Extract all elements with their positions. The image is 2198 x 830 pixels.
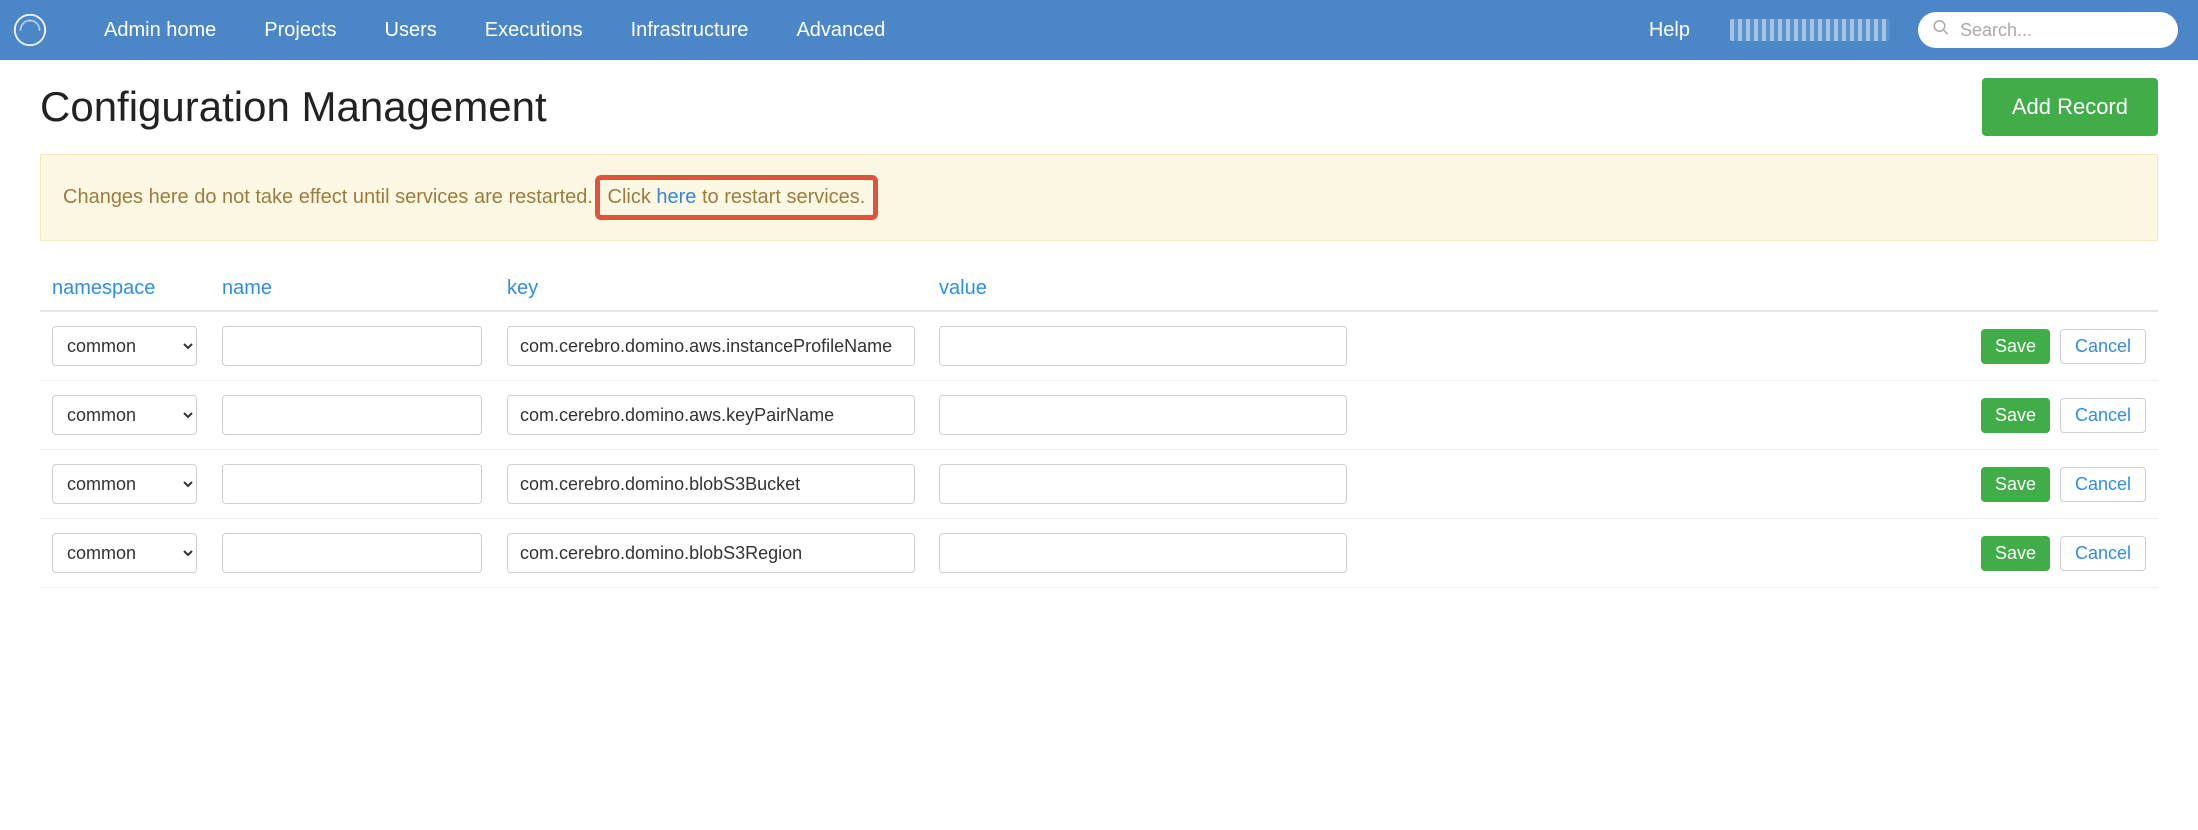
search-input[interactable]: [1918, 12, 2178, 48]
nav-admin-home[interactable]: Admin home: [80, 19, 240, 42]
table-row: common Save Cancel: [40, 450, 2158, 519]
add-record-button[interactable]: Add Record: [1982, 78, 2158, 136]
table-row: common Save Cancel: [40, 381, 2158, 450]
cancel-button[interactable]: Cancel: [2060, 398, 2146, 433]
th-name[interactable]: name: [222, 277, 507, 300]
page-header: Configuration Management Add Record: [40, 78, 2158, 136]
nav-users[interactable]: Users: [361, 19, 461, 42]
th-namespace[interactable]: namespace: [52, 277, 222, 300]
top-nav-bar: Admin home Projects Users Executions Inf…: [0, 0, 2198, 60]
value-input[interactable]: [939, 395, 1347, 435]
nav-projects[interactable]: Projects: [240, 19, 360, 42]
alert-text-prefix: Changes here do not take effect until se…: [63, 186, 593, 208]
search-icon: [1932, 19, 1950, 42]
cancel-button[interactable]: Cancel: [2060, 329, 2146, 364]
page-title: Configuration Management: [40, 83, 547, 131]
namespace-select[interactable]: common: [52, 395, 197, 435]
name-input[interactable]: [222, 326, 482, 366]
name-input[interactable]: [222, 533, 482, 573]
key-input[interactable]: [507, 326, 915, 366]
value-input[interactable]: [939, 533, 1347, 573]
namespace-select[interactable]: common: [52, 533, 197, 573]
cancel-button[interactable]: Cancel: [2060, 467, 2146, 502]
swirl-icon: [11, 11, 49, 49]
nav-executions[interactable]: Executions: [461, 19, 607, 42]
user-menu-redacted[interactable]: [1730, 19, 1890, 41]
alert-box-post: to restart services.: [696, 186, 865, 208]
name-input[interactable]: [222, 395, 482, 435]
alert-box-pre: Click: [608, 186, 657, 208]
brand-logo[interactable]: [0, 0, 60, 60]
name-input[interactable]: [222, 464, 482, 504]
key-input[interactable]: [507, 395, 915, 435]
save-button[interactable]: Save: [1981, 467, 2050, 502]
namespace-select[interactable]: common: [52, 326, 197, 366]
search-wrap: [1918, 12, 2178, 48]
table-row: common Save Cancel: [40, 519, 2158, 588]
table-row: common Save Cancel: [40, 312, 2158, 381]
key-input[interactable]: [507, 533, 915, 573]
value-input[interactable]: [939, 464, 1347, 504]
table-header-row: namespace name key value: [40, 269, 2158, 312]
th-value[interactable]: value: [939, 277, 1371, 300]
save-button[interactable]: Save: [1981, 329, 2050, 364]
restart-highlight-box: Click here to restart services.: [595, 175, 879, 220]
restart-alert: Changes here do not take effect until se…: [40, 154, 2158, 241]
config-table: namespace name key value common Save Cance…: [40, 269, 2158, 588]
table-body: common Save Cancel common Save Cancel common Sa…: [40, 312, 2158, 588]
restart-services-link[interactable]: here: [656, 186, 696, 208]
key-input[interactable]: [507, 464, 915, 504]
value-input[interactable]: [939, 326, 1347, 366]
nav-advanced[interactable]: Advanced: [772, 19, 909, 42]
save-button[interactable]: Save: [1981, 398, 2050, 433]
page-body: Configuration Management Add Record Chan…: [0, 60, 2198, 588]
nav-help[interactable]: Help: [1625, 19, 1714, 42]
save-button[interactable]: Save: [1981, 536, 2050, 571]
namespace-select[interactable]: common: [52, 464, 197, 504]
nav-infrastructure[interactable]: Infrastructure: [607, 19, 773, 42]
cancel-button[interactable]: Cancel: [2060, 536, 2146, 571]
th-key[interactable]: key: [507, 277, 939, 300]
